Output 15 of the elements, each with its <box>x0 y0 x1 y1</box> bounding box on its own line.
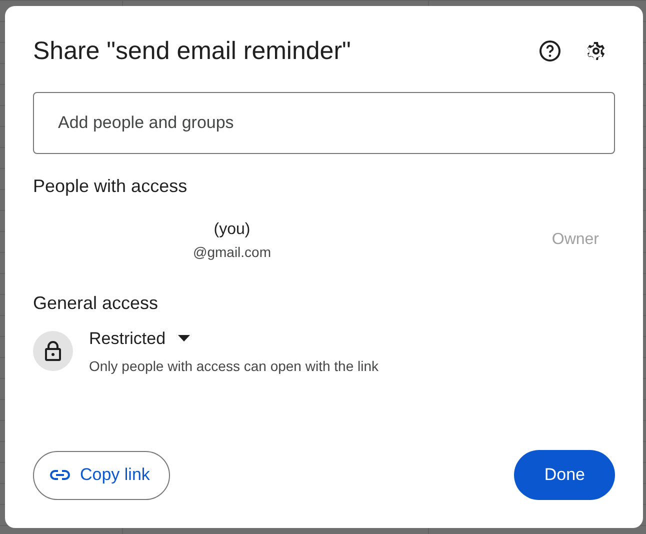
person-email: @gmail.com <box>193 242 272 262</box>
role-label: Owner <box>552 230 599 250</box>
caret-icon <box>178 335 190 342</box>
help-icon <box>538 39 562 63</box>
add-people-field[interactable]: Add people and groups <box>33 92 615 154</box>
person-name: (you) <box>214 220 250 240</box>
section-heading: General access <box>33 292 160 314</box>
done-button[interactable]: Done <box>514 450 615 500</box>
access-dropdown[interactable]: Restricted <box>89 326 190 352</box>
section-heading: People with access <box>33 176 188 198</box>
lock-icon <box>33 331 73 372</box>
dialog-title: Share "send email reminder" <box>33 36 351 66</box>
link-icon <box>50 470 70 480</box>
copy-link-button[interactable]: Copy link <box>33 450 170 500</box>
access-description: Only people with access can open with the link <box>89 356 378 376</box>
